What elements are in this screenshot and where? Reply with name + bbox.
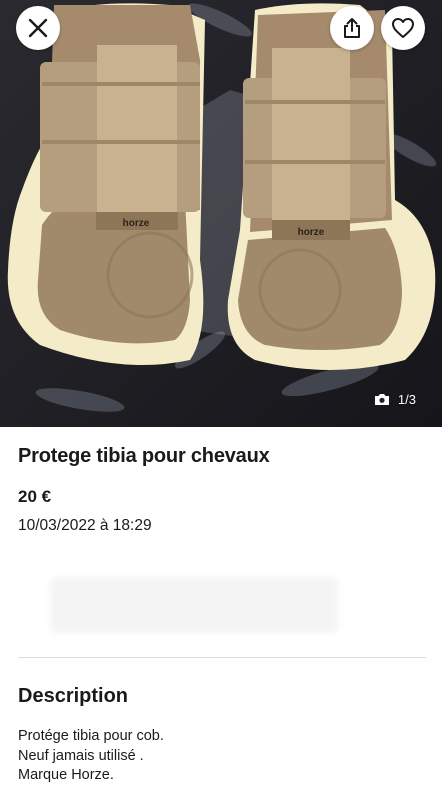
description-line: Marque Horze. [18,767,114,783]
share-icon [344,18,360,38]
photo-counter: 1/3 [374,392,416,407]
photo-counter-text: 1/3 [397,392,416,407]
listing-date: 10/03/2022 à 18:29 [18,517,152,534]
description-heading: Description [18,685,129,707]
close-button[interactable] [16,6,60,50]
camera-icon [374,394,389,405]
close-icon [28,18,48,38]
photo-scene: horze horze [0,0,442,427]
share-button[interactable] [330,6,374,50]
divider [18,657,426,658]
left-boot-brand: horze [123,218,150,229]
favorite-button[interactable] [381,6,425,50]
listing-photo[interactable]: horze horze 1/3 [0,0,442,427]
blurred-placeholder [50,577,338,633]
description-line: Neuf jamais utilisé . [18,747,144,764]
listing-price: 20 € [18,487,52,506]
heart-icon [392,18,414,38]
description-line: Protége tibia pour cob. [18,728,164,744]
listing-title: Protege tibia pour chevaux [18,445,270,467]
description-body: Protége tibia pour cob. Neuf jamais util… [18,727,164,786]
right-boot-brand: horze [298,227,325,238]
